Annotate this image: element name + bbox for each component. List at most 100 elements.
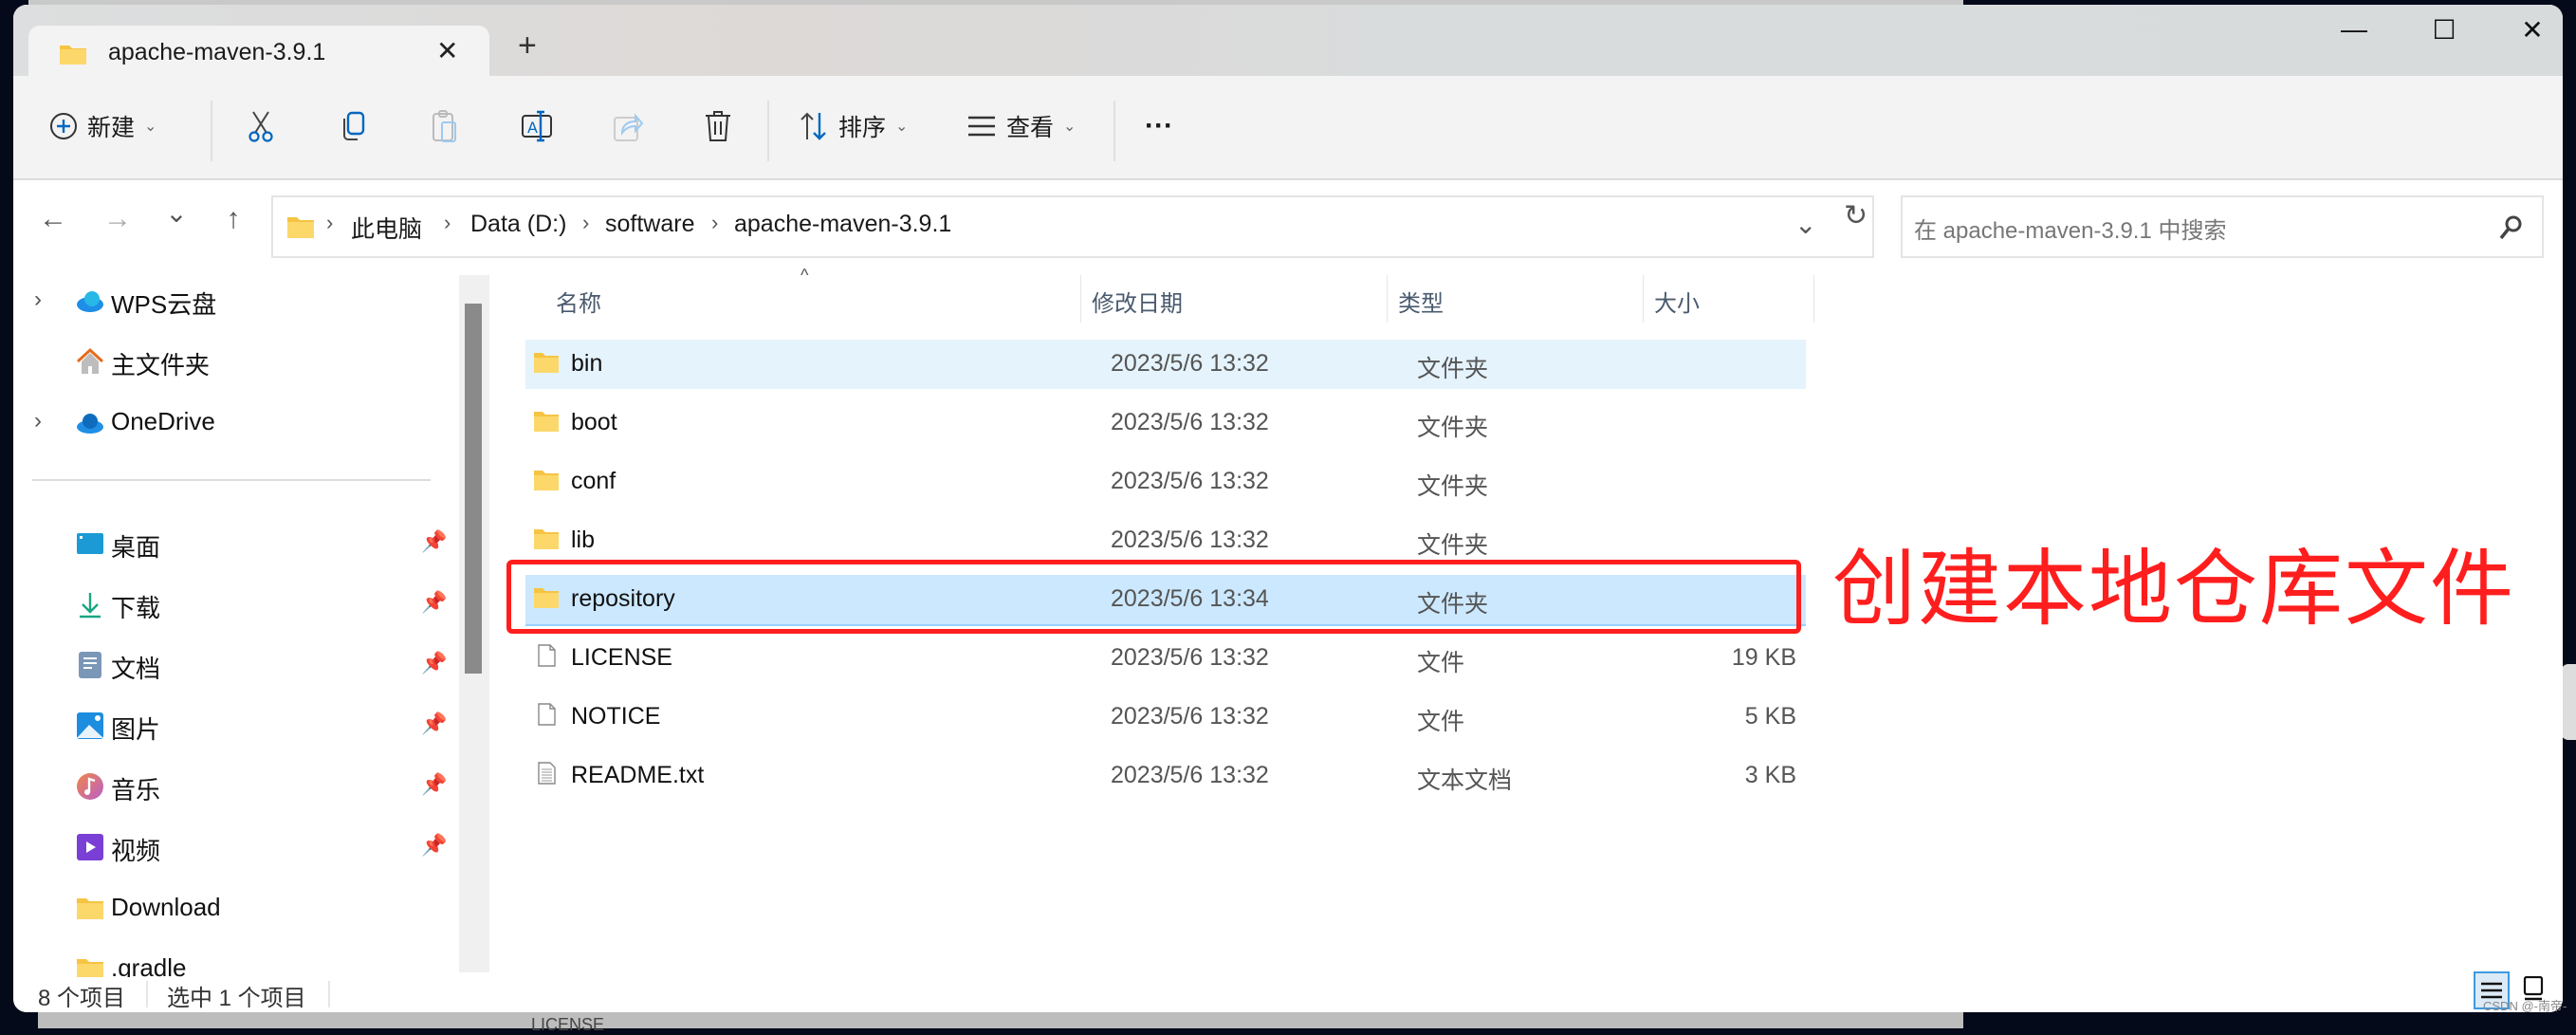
sidebar-item-videos[interactable]: 视频 📌 xyxy=(13,822,450,875)
delete-button[interactable] xyxy=(704,104,732,148)
breadcrumb-separator: › xyxy=(444,211,451,234)
file-type: 文件夹 xyxy=(1417,356,1489,382)
breadcrumb-software[interactable]: software xyxy=(605,211,694,238)
file-row-license[interactable]: LICENSE 2023/5/6 13:32 文件 19 KB xyxy=(525,634,1806,683)
selected-count: 选中 1 个项目 xyxy=(167,986,306,1011)
pin-icon[interactable]: 📌 xyxy=(421,529,447,554)
maximize-button[interactable]: ☐ xyxy=(2416,14,2473,46)
folder-icon xyxy=(534,412,559,432)
sidebar-item-home[interactable]: 主文件夹 xyxy=(13,336,450,389)
address-bar[interactable]: › 此电脑 › Data (D:) › software › apache-ma… xyxy=(271,195,1874,258)
sidebar-item-downloads[interactable]: 下载 📌 xyxy=(13,579,450,632)
breadcrumb-apache-maven[interactable]: apache-maven-3.9.1 xyxy=(734,211,951,238)
sidebar-divider xyxy=(32,479,431,481)
file-size: 19 KB xyxy=(1731,644,1796,671)
search-placeholder: 在 apache-maven-3.9.1 中搜索 xyxy=(1914,218,2227,244)
folder-icon xyxy=(77,959,103,977)
sidebar-scrollbar-thumb[interactable] xyxy=(465,304,482,674)
sidebar-item-pictures[interactable]: 图片 📌 xyxy=(13,700,450,753)
annotation-text: 创建本地仓库文件 xyxy=(1832,540,2516,638)
breadcrumb-data-drive[interactable]: Data (D:) xyxy=(470,211,566,238)
pin-icon[interactable]: 📌 xyxy=(421,651,447,675)
status-divider xyxy=(146,981,148,1007)
folder-icon xyxy=(287,217,314,238)
sidebar-item-desktop[interactable]: 桌面 📌 xyxy=(13,518,450,571)
close-window-button[interactable]: ✕ xyxy=(2504,14,2561,46)
toolbar-divider xyxy=(767,101,769,161)
more-icon: ··· xyxy=(1145,110,1173,141)
sort-icon xyxy=(800,112,826,140)
sort-button[interactable]: 排序 ⌄ xyxy=(799,104,908,148)
pin-icon[interactable]: 📌 xyxy=(421,772,447,797)
view-button[interactable]: 查看 ⌄ xyxy=(966,104,1076,148)
file-type: 文件 xyxy=(1417,650,1465,676)
chevron-down-icon: ⌄ xyxy=(144,119,157,135)
file-row-boot[interactable]: boot 2023/5/6 13:32 文件夹 xyxy=(525,398,1806,448)
address-dropdown-button[interactable]: ⌄ xyxy=(1794,209,1816,240)
paste-icon xyxy=(432,110,456,142)
pin-icon[interactable]: 📌 xyxy=(421,833,447,858)
sidebar-item-label: 主文件夹 xyxy=(111,351,211,379)
expand-arrow-icon[interactable]: › xyxy=(34,408,42,434)
file-row-conf[interactable]: conf 2023/5/6 13:32 文件夹 xyxy=(525,457,1806,507)
sidebar-item-music[interactable]: 音乐 📌 xyxy=(13,761,450,814)
refresh-button[interactable]: ↻ xyxy=(1844,199,1868,232)
back-button[interactable]: ← xyxy=(34,203,72,235)
file-row-lib[interactable]: lib 2023/5/6 13:32 文件夹 xyxy=(525,516,1806,565)
paste-button[interactable] xyxy=(431,104,459,148)
file-row-readme-txt[interactable]: README.txt 2023/5/6 13:32 文本文档 3 KB xyxy=(525,751,1806,801)
status-divider xyxy=(328,981,330,1007)
new-tab-button[interactable]: + xyxy=(518,28,537,65)
desktop-icon xyxy=(77,533,103,554)
breadcrumb-separator: › xyxy=(326,211,334,234)
tab-close-button[interactable]: ✕ xyxy=(436,35,458,66)
column-divider[interactable] xyxy=(1387,275,1388,323)
music-icon xyxy=(77,773,103,800)
column-header-name[interactable]: 名称 xyxy=(556,285,601,318)
annotation-highlight-box xyxy=(506,560,1801,634)
file-row-notice[interactable]: NOTICE 2023/5/6 13:32 文件 5 KB xyxy=(525,693,1806,742)
sidebar-item-label: Download xyxy=(111,893,221,921)
sidebar-item-label: 图片 xyxy=(111,715,161,744)
file-name: conf xyxy=(571,468,616,494)
share-button[interactable] xyxy=(613,104,643,148)
sidebar-item-gradle[interactable]: .gradle xyxy=(13,943,450,977)
pin-icon[interactable]: 📌 xyxy=(421,712,447,736)
column-divider[interactable] xyxy=(1643,275,1644,323)
recent-locations-button[interactable]: ⌄ xyxy=(157,197,195,229)
column-header-type[interactable]: 类型 xyxy=(1398,285,1444,318)
breadcrumb-this-pc[interactable]: 此电脑 xyxy=(351,211,422,245)
file-explorer-window: apache-maven-3.9.1 ✕ + — ☐ ✕ 新建 ⌄ A 排序 ⌄… xyxy=(13,5,2563,1012)
folder-icon xyxy=(534,471,559,490)
rename-button[interactable]: A xyxy=(521,104,553,148)
new-button[interactable]: 新建 ⌄ xyxy=(49,104,156,148)
sidebar-item-onedrive[interactable]: › OneDrive xyxy=(13,397,450,450)
file-row-bin[interactable]: bin 2023/5/6 13:32 文件夹 xyxy=(525,340,1806,389)
minimize-button[interactable]: — xyxy=(2326,14,2383,45)
sidebar-item-download-folder[interactable]: Download xyxy=(13,882,450,935)
search-input[interactable]: 在 apache-maven-3.9.1 中搜索 xyxy=(1901,195,2544,258)
sidebar-item-label: OneDrive xyxy=(111,407,215,435)
status-bar: 8 个项目 选中 1 个项目 xyxy=(13,971,2563,1012)
cut-button[interactable] xyxy=(246,104,276,148)
forward-button[interactable]: → xyxy=(99,203,137,235)
folder-icon xyxy=(534,353,559,373)
up-button[interactable]: ↑ xyxy=(214,203,252,235)
title-bar: apache-maven-3.9.1 ✕ + — ☐ ✕ xyxy=(13,5,2563,81)
svg-text:A: A xyxy=(527,119,538,137)
sidebar-item-label: 文档 xyxy=(111,655,161,683)
more-options-button[interactable]: ··· xyxy=(1145,104,1173,148)
file-date: 2023/5/6 13:32 xyxy=(1111,762,1269,788)
column-header-size[interactable]: 大小 xyxy=(1654,285,1700,318)
column-divider[interactable] xyxy=(1813,275,1814,323)
tab-apache-maven[interactable]: apache-maven-3.9.1 ✕ xyxy=(28,26,489,81)
tab-title: apache-maven-3.9.1 xyxy=(108,39,326,65)
pin-icon[interactable]: 📌 xyxy=(421,590,447,615)
sidebar-item-documents[interactable]: 文档 📌 xyxy=(13,639,450,693)
sidebar-item-wps-cloud[interactable]: › WPS云盘 xyxy=(13,275,450,328)
sidebar-item-label: WPS云盘 xyxy=(111,290,217,319)
column-header-date[interactable]: 修改日期 xyxy=(1092,285,1183,318)
copy-button[interactable] xyxy=(339,104,367,148)
expand-arrow-icon[interactable]: › xyxy=(34,286,42,313)
column-divider[interactable] xyxy=(1080,275,1081,323)
